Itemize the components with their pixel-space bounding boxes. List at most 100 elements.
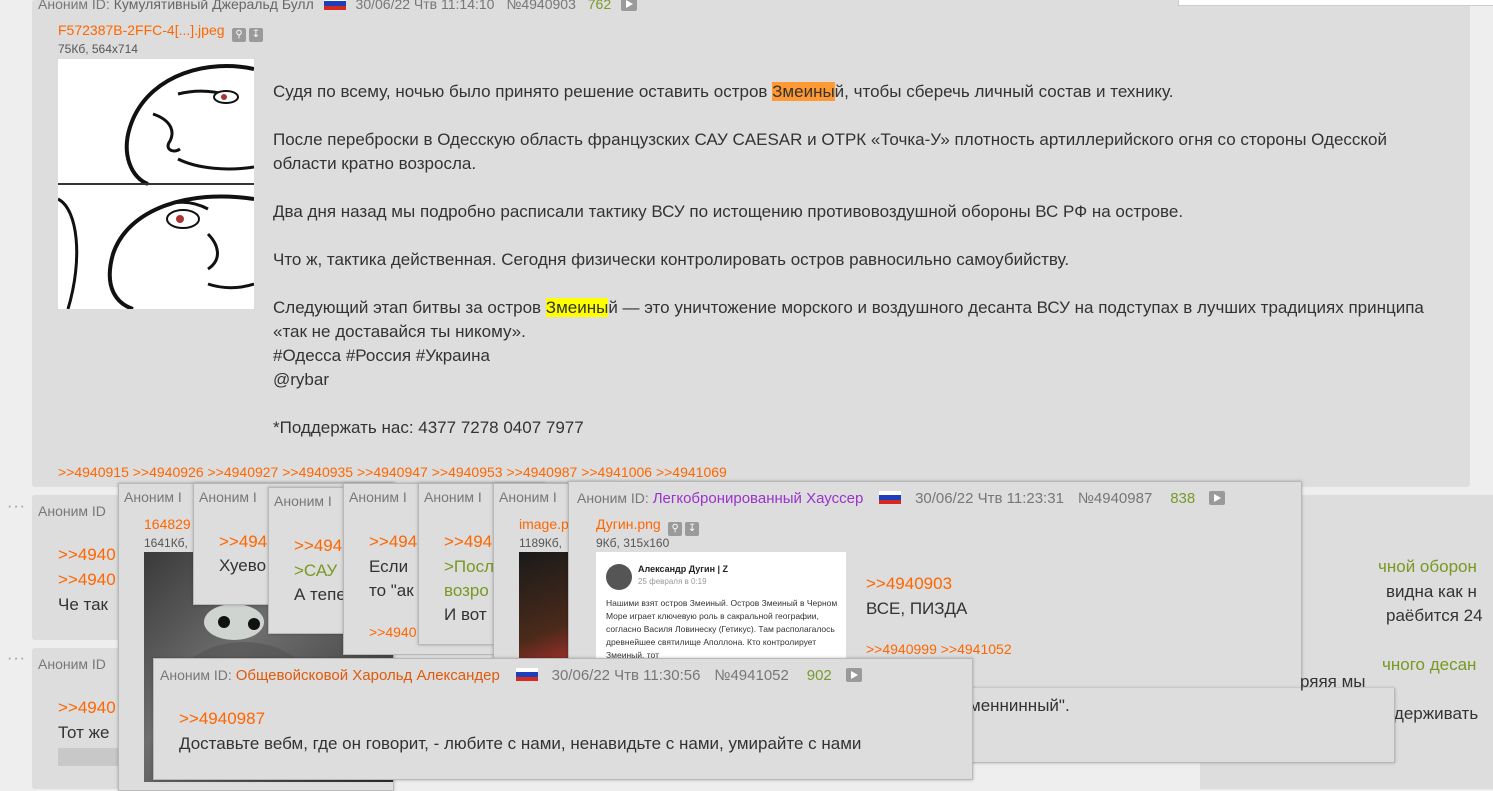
post-header: Аноним ID: Кумулятивный Джеральд Булл 30… <box>38 0 638 12</box>
post-paragraph: Два дня назад мы подробно расписали такт… <box>273 202 1184 221</box>
post-handle: @rybar <box>273 370 329 389</box>
reply-link[interactable]: >>494 <box>369 532 417 552</box>
reply-popup-4941052: Аноним ID: Общевойсковой Харольд Алексан… <box>153 658 973 780</box>
file-info: Дугин.png ⚲ ↧ <box>596 516 700 536</box>
post-text: Че так <box>58 595 108 614</box>
file-meta: 75Кб, 564x714 <box>58 42 138 56</box>
poster-label: Аноним ID: <box>577 490 649 506</box>
search-icon[interactable]: ⚲ <box>231 28 246 42</box>
post-date: 30/06/22 Чтв 11:14:10 <box>355 0 495 12</box>
post-text: Доставьте вебм, где он говорит, - любите… <box>179 734 862 753</box>
reply-link[interactable]: >>4940987 <box>179 709 265 729</box>
search-highlight: Змеины <box>545 298 609 317</box>
file-name-link[interactable]: image.p <box>519 516 569 532</box>
post-text: раёбится 24 <box>1386 606 1483 625</box>
post-text: Если <box>369 557 409 576</box>
post-paragraph: Следующий этап битвы за остров Змеиный —… <box>273 298 1424 341</box>
reply-link[interactable]: >>494 <box>444 532 492 552</box>
download-icon[interactable]: ↧ <box>248 28 263 42</box>
poster-name: Общевойсковой Харольд Александер <box>235 667 500 684</box>
poster-name: Легкобронированный Хауссер <box>652 490 864 507</box>
more-icon[interactable]: ··· <box>7 498 26 516</box>
search-box-edge[interactable] <box>1178 0 1493 6</box>
post-text: Хуево <box>219 556 267 575</box>
main-post: Аноним ID: Кумулятивный Джеральд Булл 30… <box>32 0 1470 487</box>
post-number[interactable]: №4940987 <box>1078 490 1153 507</box>
poster-label: Аноним I <box>274 493 332 509</box>
poster-label: Аноним I <box>499 489 557 505</box>
search-icon[interactable]: ⚲ <box>668 522 683 536</box>
file-info: F572387B-2FFC-4[...].jpeg ⚲ ↧ <box>58 22 263 42</box>
reply-link[interactable]: >>4940 <box>58 545 116 565</box>
poster-label: Аноним ID: <box>38 0 110 12</box>
post-body: Судя по всему, ночью было принято решени… <box>273 80 1453 440</box>
bg-post: Аноним ID >>4940 >>4940 Че так <box>32 495 132 640</box>
post-number[interactable]: №4940903 <box>506 0 576 12</box>
post-text: А тепе <box>294 585 346 604</box>
play-icon[interactable] <box>845 668 862 682</box>
post-number[interactable]: №4941052 <box>714 667 789 684</box>
post-text: видна как н <box>1386 582 1477 601</box>
post-text: чной оборон <box>1378 557 1477 576</box>
post-date: 30/06/22 Чтв 11:23:31 <box>915 490 1064 507</box>
thumb-date: 25 февраля в 0:19 <box>638 577 707 586</box>
play-icon[interactable] <box>621 0 638 11</box>
post-hashtags: #Одесса #Россия #Украина <box>273 346 490 365</box>
reply-link[interactable]: >>4940 <box>58 698 116 718</box>
post-text: чного десан <box>1382 655 1477 674</box>
flag-icon <box>323 0 346 10</box>
poster-label: Аноним I <box>349 489 407 505</box>
reply-links[interactable]: >>4940999 >>4941052 <box>866 641 1012 657</box>
file-meta: 1641Кб, <box>144 536 188 550</box>
post-rating: 762 <box>587 0 612 12</box>
download-icon[interactable]: ↧ <box>685 522 700 536</box>
poster-label: Аноним ID <box>38 656 106 672</box>
file-name-link[interactable]: 164829 <box>144 516 191 532</box>
thumb-text: Нашими взят остров Змеиный. Остров Змеин… <box>606 598 838 660</box>
post-text: то "ак <box>369 581 414 600</box>
poster-label: Аноним I <box>424 489 482 505</box>
reply-links[interactable]: >>4940915 >>4940926 >>4940927 >>4940935 … <box>58 464 727 480</box>
reply-link[interactable]: >>494 <box>219 532 267 552</box>
avatar <box>606 564 632 590</box>
post-paragraph: Судя по всему, ночью было принято решени… <box>273 82 1174 101</box>
post-rating: 838 <box>1170 490 1196 507</box>
file-name-link[interactable]: F572387B-2FFC-4[...].jpeg <box>58 22 225 38</box>
file-meta: 1189Кб, <box>519 536 563 550</box>
post-text: Тот же <box>58 723 110 742</box>
post-text: ряяя мы <box>1300 672 1366 691</box>
flag-icon <box>879 491 902 504</box>
post-image-thumbnail[interactable] <box>58 59 254 309</box>
post-paragraph: После переброски в Одесскую область фран… <box>273 130 1387 173</box>
post-text: удерживать <box>1386 704 1479 723</box>
post-paragraph: Что ж, тактика действенная. Сегодня физи… <box>273 250 1070 269</box>
reply-link[interactable]: >>4940 <box>58 570 116 590</box>
bg-post: Аноним ID >>4940 Тот же <box>32 648 132 789</box>
greentext-quote: >САУ <box>294 561 338 580</box>
file-name-link[interactable]: Дугин.png <box>596 516 661 532</box>
post-header: Аноним ID: Общевойсковой Харольд Алексан… <box>160 667 862 684</box>
search-highlight: Змеины <box>772 82 835 101</box>
post-text: меннинный". <box>969 696 1070 715</box>
poster-label: Аноним I <box>124 489 182 505</box>
flag-icon <box>515 668 538 681</box>
post-rating: 902 <box>806 667 832 684</box>
file-meta: 9Кб, 315x160 <box>596 536 670 550</box>
more-icon[interactable]: ··· <box>7 650 26 668</box>
play-icon[interactable] <box>1209 491 1226 505</box>
reply-link[interactable]: >>4940903 <box>866 574 952 594</box>
poster-name: Кумулятивный Джеральд Булл <box>113 0 314 12</box>
reply-links[interactable]: >>4940 <box>369 624 417 640</box>
post-text: И вот <box>444 605 487 624</box>
greentext-quote: возро <box>444 581 489 600</box>
greentext-quote: >Посл <box>444 557 495 576</box>
reply-link[interactable]: >>494 <box>294 536 342 556</box>
reply-popup-bg: меннинный". <box>968 688 1395 763</box>
post-header: Аноним ID: Легкобронированный Хауссер 30… <box>577 490 1226 507</box>
thumb-author: Александр Дугин | Z <box>638 564 729 574</box>
post-support: *Поддержать нас: 4377 7278 0407 7977 <box>273 418 584 437</box>
poster-label: Аноним ID: <box>160 667 232 683</box>
post-date: 30/06/22 Чтв 11:30:56 <box>551 667 701 684</box>
post-text: ВСЕ, ПИЗДА <box>866 599 968 618</box>
poster-label: Аноним I <box>199 489 257 505</box>
